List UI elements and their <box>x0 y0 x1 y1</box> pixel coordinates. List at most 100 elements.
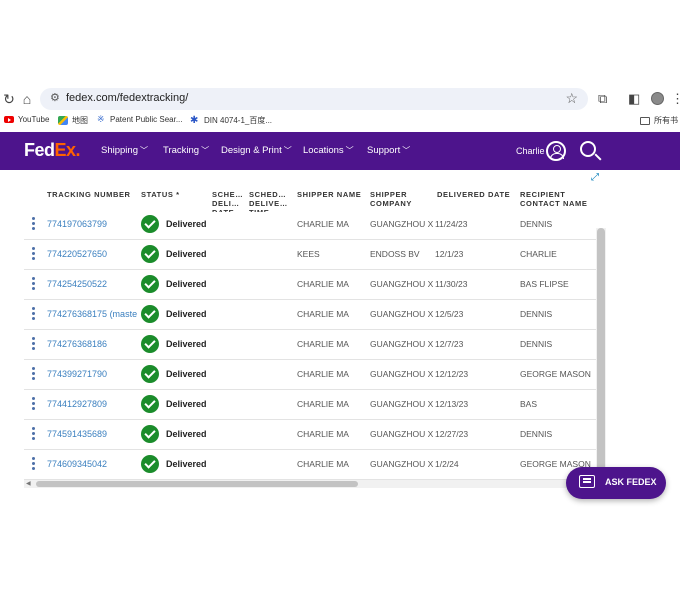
bookmark-label: Patent Public Sear... <box>110 115 183 124</box>
check-circle-icon <box>141 455 159 473</box>
scroll-left-icon[interactable]: ◀ <box>26 480 31 487</box>
horizontal-scrollbar[interactable]: ◀ <box>24 480 596 488</box>
tracking-number-link[interactable]: 774276368186 <box>47 339 142 349</box>
address-bar[interactable]: ⚙ fedex.com/fedextracking/ ☆ <box>40 88 588 110</box>
tracking-number-link[interactable]: 774220527650 <box>47 249 142 259</box>
nav-shipping[interactable]: Shipping ﹀ <box>101 145 148 156</box>
tracking-number-link[interactable]: 774412927809 <box>47 399 142 409</box>
delivered-date-cell: 12/7/23 <box>435 339 464 349</box>
baidu-paw-icon: ✱ <box>190 114 199 126</box>
table-row[interactable]: 774276368175 (maste Delivered CHARLIE MA GU… <box>24 300 596 330</box>
bookmark-all[interactable]: 所有书 <box>640 115 678 126</box>
tracking-number-link[interactable]: 774609345042 <box>47 459 142 469</box>
site-info-icon[interactable]: ⚙ <box>50 91 60 104</box>
bookmark-maps[interactable]: 地图 <box>58 115 88 126</box>
check-circle-icon <box>141 215 159 233</box>
ask-fedex-button[interactable]: ASK FEDEX <box>566 467 666 499</box>
col-tracking-number[interactable]: TRACKING NUMBER <box>47 190 135 199</box>
recipient-cell: BAS <box>520 399 538 409</box>
bookmark-star-icon[interactable]: ☆ <box>565 90 578 107</box>
col-delivered-date[interactable]: DELIVERED DATE <box>437 190 517 199</box>
tracking-table-body: 774197063799 Delivered CHARLIE MA GUANGZHOU… <box>24 210 596 480</box>
vertical-scroll-thumb[interactable] <box>597 228 605 478</box>
shipper-name-cell: CHARLIE MA <box>297 429 349 439</box>
bookmark-label: 地图 <box>72 116 88 125</box>
table-row[interactable]: 774412927809 Delivered CHARLIE MA GUANGZHOU… <box>24 390 596 420</box>
status-text: Delivered <box>166 279 207 289</box>
col-recipient-contact-name[interactable]: RECIPIENT CONTACT NAME <box>520 190 608 208</box>
nav-tracking[interactable]: Tracking ﹀ <box>163 145 209 156</box>
nav-label: Support <box>367 145 401 156</box>
row-actions-icon[interactable] <box>32 367 36 380</box>
delivered-date-cell: 12/13/23 <box>435 399 469 409</box>
check-circle-icon <box>141 425 159 443</box>
status-cell: Delivered <box>141 245 207 263</box>
row-actions-icon[interactable] <box>32 277 36 290</box>
tracking-number-link[interactable]: 774591435689 <box>47 429 142 439</box>
status-cell: Delivered <box>141 335 207 353</box>
folder-icon <box>640 116 650 125</box>
table-row[interactable]: 774254250522 Delivered CHARLIE MA GUANGZHOU… <box>24 270 596 300</box>
nav-label: Tracking <box>163 145 200 156</box>
nav-locations[interactable]: Locations ﹀ <box>303 145 354 156</box>
delivered-date-cell: 12/27/23 <box>435 429 469 439</box>
col-status[interactable]: STATUS * <box>141 190 201 199</box>
status-text: Delivered <box>166 339 207 349</box>
row-actions-icon[interactable] <box>32 247 36 260</box>
expand-icon[interactable]: ⤢ <box>591 172 599 183</box>
row-actions-icon[interactable] <box>32 427 36 440</box>
col-shipper-company[interactable]: SHIPPER COMPANY <box>370 190 428 208</box>
col-shipper-name[interactable]: SHIPPER NAME <box>297 190 367 199</box>
tracking-number-link[interactable]: 774399271790 <box>47 369 142 379</box>
delivered-date-cell: 11/30/23 <box>435 279 468 289</box>
table-row[interactable]: 774609345042 Delivered CHARLIE MA GUANGZHOU… <box>24 450 596 480</box>
bookmark-patent[interactable]: ※ Patent Public Sear... <box>97 115 183 125</box>
shipper-company-cell: GUANGZHOU X <box>370 429 434 439</box>
status-text: Delivered <box>166 309 207 319</box>
row-actions-icon[interactable] <box>32 307 36 320</box>
bookmark-din[interactable]: ✱ DIN 4074-1_百度... <box>190 115 272 126</box>
vertical-scrollbar[interactable] <box>596 228 606 482</box>
search-icon[interactable] <box>580 141 596 157</box>
table-row[interactable]: 774276368186 Delivered CHARLIE MA GUANGZHOU… <box>24 330 596 360</box>
bookmark-youtube[interactable]: YouTube <box>4 115 49 124</box>
check-circle-icon <box>141 245 159 263</box>
browser-toolbar: ↻ ⌂ ⚙ fedex.com/fedextracking/ ☆ ⧉ ◧ ⋮ <box>0 86 680 112</box>
home-icon[interactable]: ⌂ <box>18 90 36 108</box>
row-actions-icon[interactable] <box>32 337 36 350</box>
delivered-date-cell: 11/24/23 <box>435 219 468 229</box>
profile-avatar[interactable] <box>651 92 664 105</box>
nav-support[interactable]: Support ﹀ <box>367 145 410 156</box>
user-name[interactable]: Charlie <box>516 146 545 156</box>
table-row[interactable]: 774399271790 Delivered CHARLIE MA GUANGZHOU… <box>24 360 596 390</box>
extensions-icon[interactable]: ⧉ <box>598 91 607 107</box>
tracking-number-link[interactable]: 774254250522 <box>47 279 142 289</box>
col-scheduled-delivery-date[interactable]: SCHE… DELI… DATE <box>212 190 242 212</box>
tracking-number-link[interactable]: 774276368175 (maste <box>47 309 142 319</box>
row-actions-icon[interactable] <box>32 217 36 230</box>
shipper-name-cell: CHARLIE MA <box>297 279 349 289</box>
user-account-icon[interactable] <box>546 141 566 161</box>
shipper-company-cell: GUANGZHOU X <box>370 279 434 289</box>
recipient-cell: DENNIS <box>520 429 553 439</box>
reload-icon[interactable]: ↻ <box>0 90 18 108</box>
table-row[interactable]: 774220527650 Delivered KEES ENDOSS BV 12/1/2… <box>24 240 596 270</box>
horizontal-scroll-thumb[interactable] <box>36 481 358 487</box>
nav-design-print[interactable]: Design & Print ﹀ <box>221 145 292 156</box>
table-row[interactable]: 774591435689 Delivered CHARLIE MA GUANGZHOU… <box>24 420 596 450</box>
youtube-icon <box>4 116 14 123</box>
table-row[interactable]: 774197063799 Delivered CHARLIE MA GUANGZHOU… <box>24 210 596 240</box>
side-panel-icon[interactable]: ◧ <box>628 91 640 107</box>
logo-fed: Fed <box>24 140 55 160</box>
status-cell: Delivered <box>141 365 207 383</box>
fedex-logo[interactable]: FedEx. <box>24 140 81 161</box>
menu-icon[interactable]: ⋮ <box>671 91 680 107</box>
recipient-cell: CHARLIE <box>520 249 557 259</box>
nav-label: Design & Print <box>221 145 282 156</box>
check-circle-icon <box>141 365 159 383</box>
delivered-date-cell: 1/2/24 <box>435 459 459 469</box>
row-actions-icon[interactable] <box>32 457 36 470</box>
tracking-number-link[interactable]: 774197063799 <box>47 219 142 229</box>
col-scheduled-delivery-time[interactable]: SCHED… DELIVE… TIME <box>249 190 291 212</box>
row-actions-icon[interactable] <box>32 397 36 410</box>
